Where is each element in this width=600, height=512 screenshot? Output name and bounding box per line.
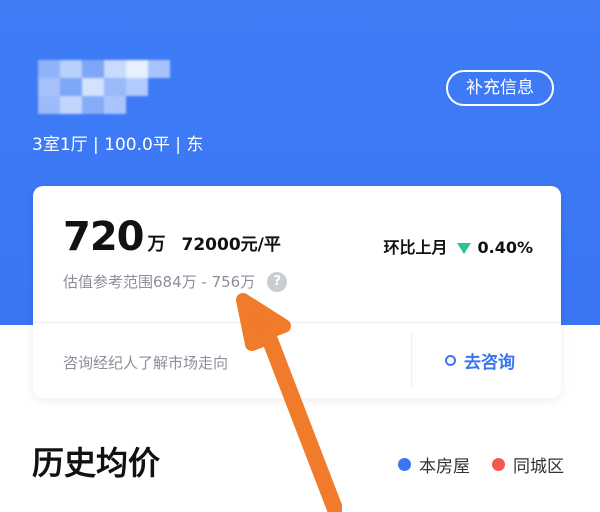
legend-label: 本房屋 xyxy=(419,457,470,477)
consult-button-label: 去咨询 xyxy=(464,352,515,373)
month-over-month: 环比上月 0.40% xyxy=(383,238,533,258)
mom-value: 0.40% xyxy=(477,238,533,257)
blurred-house-name xyxy=(38,56,178,114)
red-dot-icon xyxy=(492,458,505,471)
valuation-range: 估值参考范围684万 - 756万 ? xyxy=(63,271,288,292)
consult-divider xyxy=(411,332,412,388)
supplement-info-button[interactable]: 补充信息 xyxy=(446,70,554,106)
question-mark-icon[interactable]: ? xyxy=(267,271,288,292)
house-info: 3室1厅 | 100.0平 | 东 xyxy=(32,135,204,155)
legend-label: 同城区 xyxy=(513,457,564,477)
down-triangle-icon xyxy=(457,242,472,254)
circle-icon xyxy=(445,354,456,366)
estimated-price: 720 xyxy=(63,214,144,260)
mom-label: 环比上月 xyxy=(383,238,448,257)
valuation-card: 720 万 72000元/平 环比上月 0.40% 估值参考范围684万 - 756… xyxy=(33,186,561,398)
legend-item-same-district[interactable]: 同城区 xyxy=(492,452,564,477)
unit-price: 72000元/平 xyxy=(181,235,281,255)
consult-prompt: 咨询经纪人了解市场走向 xyxy=(63,354,229,372)
history-price-title: 历史均价 xyxy=(32,444,161,482)
card-divider xyxy=(33,322,561,323)
range-text: 估值参考范围684万 - 756万 xyxy=(63,273,256,291)
history-legend: 本房屋 同城区 xyxy=(398,452,564,477)
price-row: 720 万 72000元/平 xyxy=(63,214,281,262)
consult-button[interactable]: 去咨询 xyxy=(445,348,515,373)
price-unit: 万 xyxy=(147,234,166,255)
blue-dot-icon xyxy=(398,458,411,471)
legend-item-this-house[interactable]: 本房屋 xyxy=(398,452,470,477)
